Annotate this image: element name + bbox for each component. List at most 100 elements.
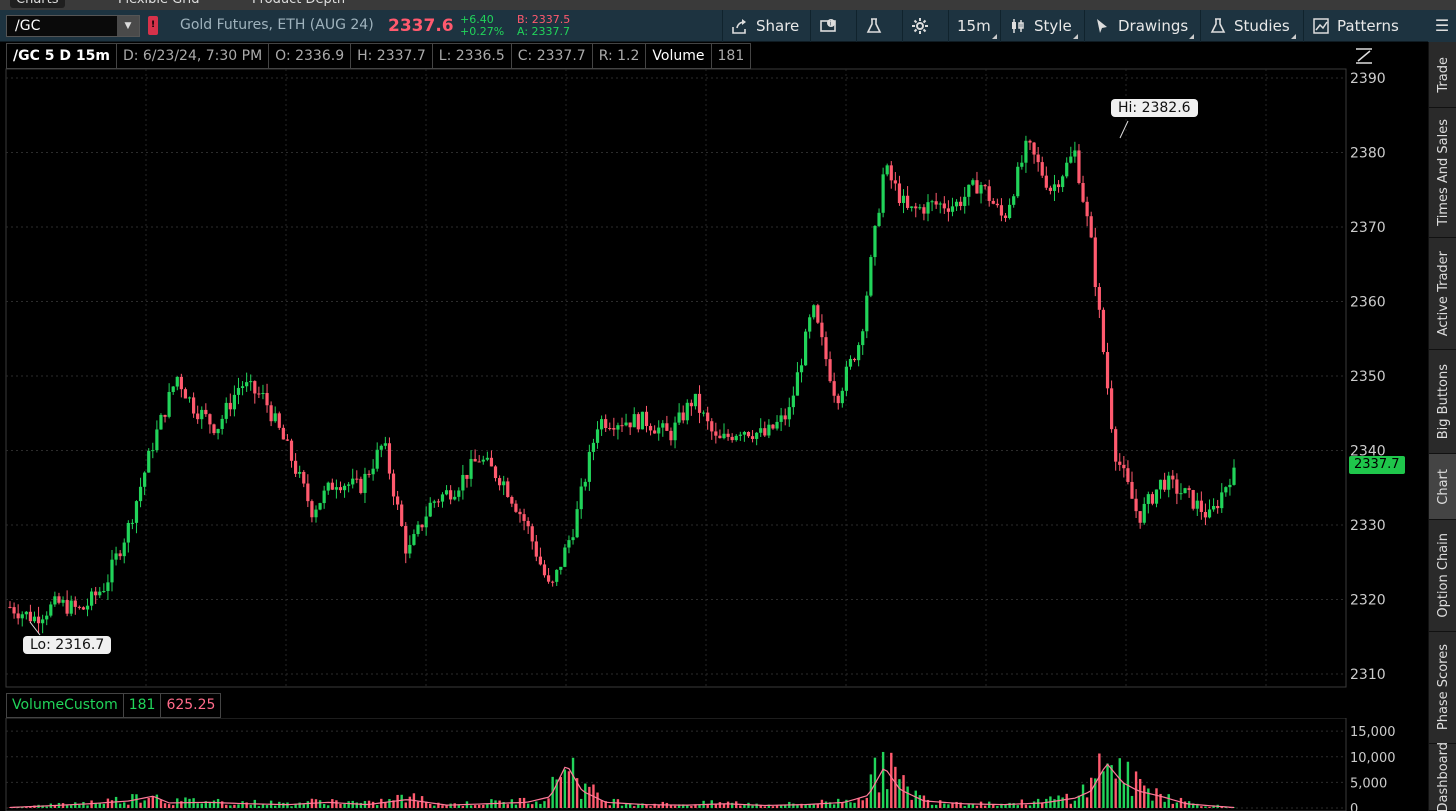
candle-body [914, 206, 918, 209]
candle-body [477, 461, 481, 463]
axis-scale-icon[interactable] [1353, 46, 1375, 66]
chart-info-button[interactable]: i [810, 10, 845, 42]
candle-body [644, 411, 649, 426]
volume-bar [86, 805, 89, 808]
volume-bar [1183, 801, 1187, 808]
info-box-icon: i [820, 19, 836, 32]
volume-bar [408, 796, 412, 808]
candle-body [294, 460, 298, 474]
side-tab-times-and-sales[interactable]: Times And Sales [1429, 108, 1456, 238]
candle-body [1175, 479, 1179, 494]
candle-body [265, 393, 269, 406]
candle-body [799, 365, 804, 373]
candle-body [261, 393, 265, 395]
candle-body [1138, 511, 1142, 523]
volume-study-average: 625.25 [161, 693, 222, 718]
candle-body [65, 600, 69, 614]
share-icon [732, 19, 746, 34]
settings-button[interactable] [902, 10, 937, 42]
side-tab-big-buttons[interactable]: Big Buttons [1429, 350, 1456, 454]
volume-bar [588, 786, 591, 808]
plot-border [5, 68, 1347, 688]
candle-body [546, 575, 551, 582]
volume-bar [857, 798, 860, 808]
studies-button[interactable]: Studies [1200, 10, 1298, 42]
candle-body [983, 184, 987, 187]
candle-body [73, 600, 77, 607]
side-tab-active-trader[interactable]: Active Trader [1429, 238, 1456, 350]
high-pointer [1119, 120, 1129, 139]
candle-body [126, 523, 130, 543]
volume-bar [257, 806, 261, 808]
volume-bar [1098, 753, 1101, 808]
volume-bar [335, 800, 338, 808]
candle-body [1008, 204, 1012, 219]
candle-body [1195, 500, 1199, 509]
alert-icon[interactable]: ! [148, 16, 158, 35]
share-button[interactable]: Share [722, 10, 807, 42]
price-plot[interactable]: 239023802370236023502340233023202310 [0, 42, 1428, 692]
candle-body [616, 425, 620, 430]
timeframe-button[interactable]: 15m [948, 10, 999, 42]
volume-bar [853, 802, 856, 808]
candle-body [1118, 461, 1122, 465]
symbol-dropdown-icon[interactable]: ▼ [117, 16, 139, 36]
candle-body [232, 394, 236, 410]
tab-charts[interactable]: Charts [10, 0, 65, 8]
candle-body [240, 386, 245, 388]
candle-body [918, 207, 922, 209]
candle-body [579, 486, 583, 510]
candle-body [534, 541, 538, 557]
drawings-button[interactable]: Drawings [1084, 10, 1196, 42]
style-button[interactable]: Style [1000, 10, 1080, 42]
candle-body [1220, 492, 1224, 509]
candle-body [844, 366, 848, 391]
candle-body [697, 393, 702, 413]
volume-bar [914, 790, 917, 808]
side-tab-chart[interactable]: Chart [1429, 454, 1456, 520]
tab-flexible-grid[interactable]: Flexible Grid [112, 0, 205, 8]
candle-body [1069, 156, 1073, 163]
experiments-button[interactable] [856, 10, 891, 42]
menu-icon[interactable]: ☰ [1428, 10, 1456, 42]
volume-bar [796, 804, 799, 808]
volume-bar [943, 803, 946, 808]
volume-bar [172, 805, 175, 808]
volume-bar [580, 798, 583, 808]
candle-body [342, 485, 347, 491]
price-chart[interactable]: 2390 2380 2370 2360 2350 2340 2330 2320 2310 15,… [0, 42, 1428, 811]
side-tab-trade[interactable]: Trade [1429, 42, 1456, 108]
volume-bar [441, 805, 444, 808]
candle-body [465, 474, 469, 479]
flask-icon [866, 18, 882, 33]
candle-body [901, 195, 906, 203]
candle-body [591, 442, 596, 452]
candle-body [457, 490, 461, 497]
volume-bar [865, 797, 868, 808]
side-tab-option-chain[interactable]: Option Chain [1429, 520, 1456, 632]
volume-bar [1204, 806, 1207, 808]
candle-body [420, 524, 424, 528]
cursor-arrow-icon [1097, 19, 1107, 33]
candle-body [926, 202, 930, 214]
style-label: Style [1034, 17, 1072, 35]
symbol-input[interactable]: /GC ▼ [6, 15, 140, 37]
price-tick-label: 2360 [1350, 295, 1386, 311]
candle-body [147, 450, 151, 473]
patterns-button[interactable]: Patterns [1303, 10, 1407, 42]
side-tab-phase-scores[interactable]: Phase Scores [1429, 632, 1456, 744]
side-tab-dashboard[interactable]: Dashboard [1429, 742, 1456, 811]
volume-plot[interactable]: 15,000 10,000 5,000 0 [0, 718, 1428, 811]
volume-bar [951, 803, 954, 808]
candle-body [506, 481, 510, 497]
volume-bar [1114, 778, 1117, 808]
candle-body [1134, 498, 1138, 512]
tab-product-depth[interactable]: Product Depth [246, 0, 351, 8]
volume-bar [567, 771, 571, 808]
volume-bar [1057, 795, 1060, 808]
volume-bar [188, 798, 191, 808]
volume-bar [649, 806, 652, 808]
candle-body [1065, 162, 1069, 177]
candle-body [950, 206, 955, 212]
bid-ask: B: 2337.5 A: 2337.7 [517, 14, 570, 38]
